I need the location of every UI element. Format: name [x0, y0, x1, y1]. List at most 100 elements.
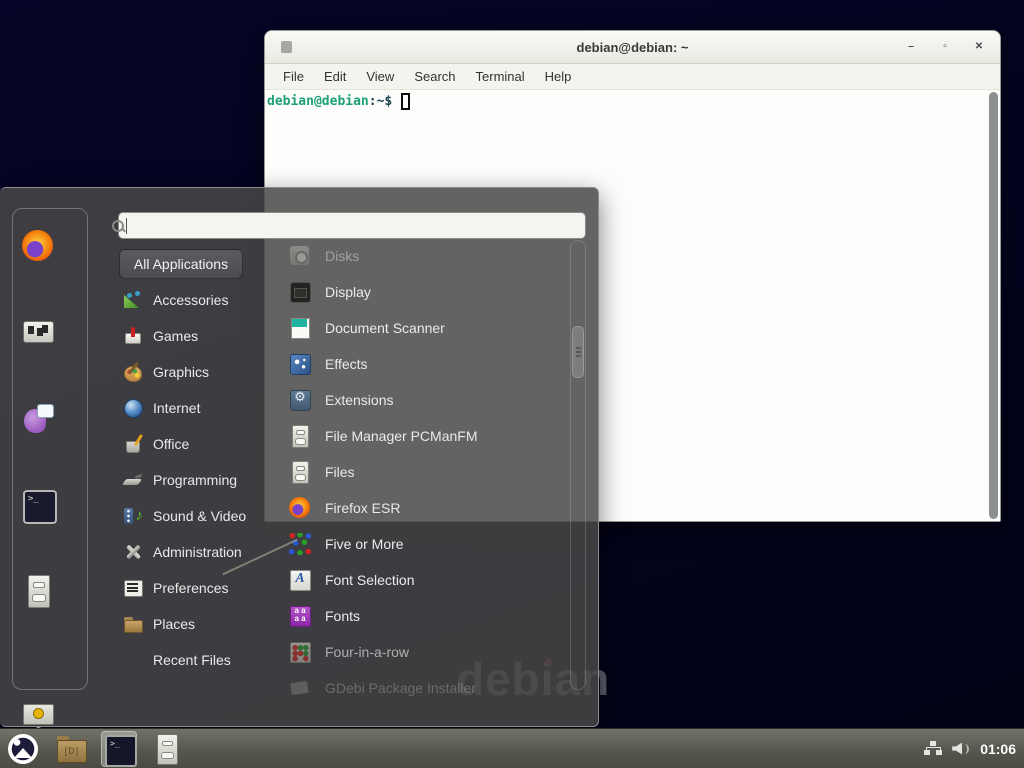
folder-icon — [56, 736, 86, 762]
fonts-icon — [288, 604, 312, 628]
category-graphics[interactable]: Graphics — [119, 354, 279, 390]
prompt-user-host: debian@debian — [267, 94, 369, 109]
menu-search[interactable]: Search — [404, 69, 465, 84]
app-label: Files — [325, 464, 355, 480]
category-preferences[interactable]: Preferences — [119, 570, 279, 606]
app-list-scrollbar-track[interactable] — [570, 240, 586, 690]
app-five-or-more[interactable]: Five or More — [288, 526, 568, 562]
network-icon[interactable] — [924, 741, 942, 757]
file-manager-launcher[interactable] — [53, 731, 89, 767]
category-places[interactable]: Places — [119, 606, 279, 642]
pidgin-icon[interactable] — [21, 402, 55, 436]
folder-icon — [123, 614, 143, 634]
file-cabinet-icon — [288, 424, 312, 448]
category-games[interactable]: Games — [119, 318, 279, 354]
terminal-icon — [105, 735, 133, 763]
search-input[interactable] — [118, 212, 586, 239]
category-programming[interactable]: Programming — [119, 462, 279, 498]
category-administration[interactable]: Administration — [119, 534, 279, 570]
firefox-icon — [288, 496, 312, 520]
terminal-task-button[interactable] — [101, 731, 137, 767]
category-accessories[interactable]: Accessories — [119, 282, 279, 318]
maximize-icon[interactable]: ▫ — [938, 40, 952, 54]
text-caret — [126, 218, 127, 234]
category-label: Administration — [153, 544, 242, 560]
category-sound-video[interactable]: Sound & Video — [119, 498, 279, 534]
icon-spacer — [123, 650, 143, 670]
app-label: GDebi Package Installer — [325, 680, 476, 696]
app-label: Firefox ESR — [325, 500, 400, 516]
clock[interactable]: 01:06 — [980, 741, 1016, 757]
app-file-manager-pcmanfm[interactable]: File Manager PCManFM — [288, 418, 568, 454]
category-office[interactable]: Office — [119, 426, 279, 462]
taskbar-tray: 01:06 — [924, 729, 1016, 768]
app-disks[interactable]: Disks — [288, 238, 568, 274]
prompt-colon: : — [369, 94, 377, 109]
app-firefox-esr[interactable]: Firefox ESR — [288, 490, 568, 526]
app-document-scanner[interactable]: Document Scanner — [288, 310, 568, 346]
menu-view[interactable]: View — [356, 69, 404, 84]
app-files[interactable]: Files — [288, 454, 568, 490]
taskbar-launchers — [0, 731, 185, 767]
category-label: Sound & Video — [153, 508, 246, 524]
prompt-dollar: $ — [384, 94, 392, 109]
app-effects[interactable]: Effects — [288, 346, 568, 382]
menu-edit[interactable]: Edit — [314, 69, 356, 84]
shell-prompt: debian@debian:~$ — [267, 93, 998, 110]
app-display[interactable]: Display — [288, 274, 568, 310]
category-label: All Applications — [134, 256, 228, 272]
app-label: Five or More — [325, 536, 404, 552]
category-label: Programming — [153, 472, 237, 488]
app-label: Font Selection — [325, 572, 415, 588]
menu-terminal[interactable]: Terminal — [466, 69, 535, 84]
terminal-scrollbar[interactable] — [987, 91, 999, 520]
category-label: Office — [153, 436, 189, 452]
prompt-path: ~ — [377, 94, 385, 109]
menu-button[interactable] — [5, 731, 41, 767]
firefox-icon[interactable] — [21, 229, 55, 263]
effects-icon — [288, 352, 312, 376]
app-list-scrollbar-thumb[interactable] — [572, 326, 584, 378]
app-label: Four-in-a-row — [325, 644, 409, 660]
preferences-panel-icon[interactable] — [21, 315, 55, 349]
office-icon — [123, 434, 143, 454]
app-four-in-a-row[interactable]: Four-in-a-row — [288, 634, 568, 670]
file-manager-icon[interactable] — [21, 574, 55, 608]
menu-file[interactable]: File — [273, 69, 314, 84]
accessories-icon — [123, 290, 143, 310]
application-list: Disks Display Document Scanner Effects E… — [288, 238, 568, 706]
display-icon — [288, 280, 312, 304]
terminal-scrollbar-thumb[interactable] — [989, 92, 998, 519]
menu-help[interactable]: Help — [535, 69, 582, 84]
graphics-icon — [123, 362, 143, 382]
administration-tools-icon — [123, 542, 143, 562]
category-label: Preferences — [153, 580, 228, 596]
disks-icon — [288, 244, 312, 268]
app-font-selection[interactable]: Font Selection — [288, 562, 568, 598]
category-all-applications[interactable]: All Applications — [119, 249, 243, 279]
font-selection-icon — [288, 568, 312, 592]
app-extensions[interactable]: Extensions — [288, 382, 568, 418]
app-fonts[interactable]: Fonts — [288, 598, 568, 634]
category-label: Places — [153, 616, 195, 632]
taskbar: 01:06 — [0, 728, 1024, 768]
terminal-titlebar[interactable]: debian@debian: ~ – ▫ ✕ — [265, 31, 1000, 64]
window-controls: – ▫ ✕ — [904, 31, 986, 63]
category-label: Recent Files — [153, 652, 231, 668]
minimize-icon[interactable]: – — [904, 40, 918, 54]
category-recent-files[interactable]: Recent Files — [119, 642, 279, 678]
app-label: Document Scanner — [325, 320, 445, 336]
app-gdebi-package-installer[interactable]: GDebi Package Installer — [288, 670, 568, 706]
app-label: File Manager PCManFM — [325, 428, 478, 444]
volume-icon[interactable] — [952, 741, 970, 757]
five-or-more-dots-icon — [288, 532, 312, 556]
terminal-launcher-icon[interactable] — [21, 488, 55, 522]
search-icon — [111, 219, 125, 233]
file-cabinet-launcher[interactable] — [149, 731, 185, 767]
category-internet[interactable]: Internet — [119, 390, 279, 426]
app-label: Effects — [325, 356, 368, 372]
menu-logo-icon — [8, 734, 38, 764]
close-icon[interactable]: ✕ — [972, 40, 986, 54]
category-label: Accessories — [153, 292, 228, 308]
document-scanner-icon — [288, 316, 312, 340]
